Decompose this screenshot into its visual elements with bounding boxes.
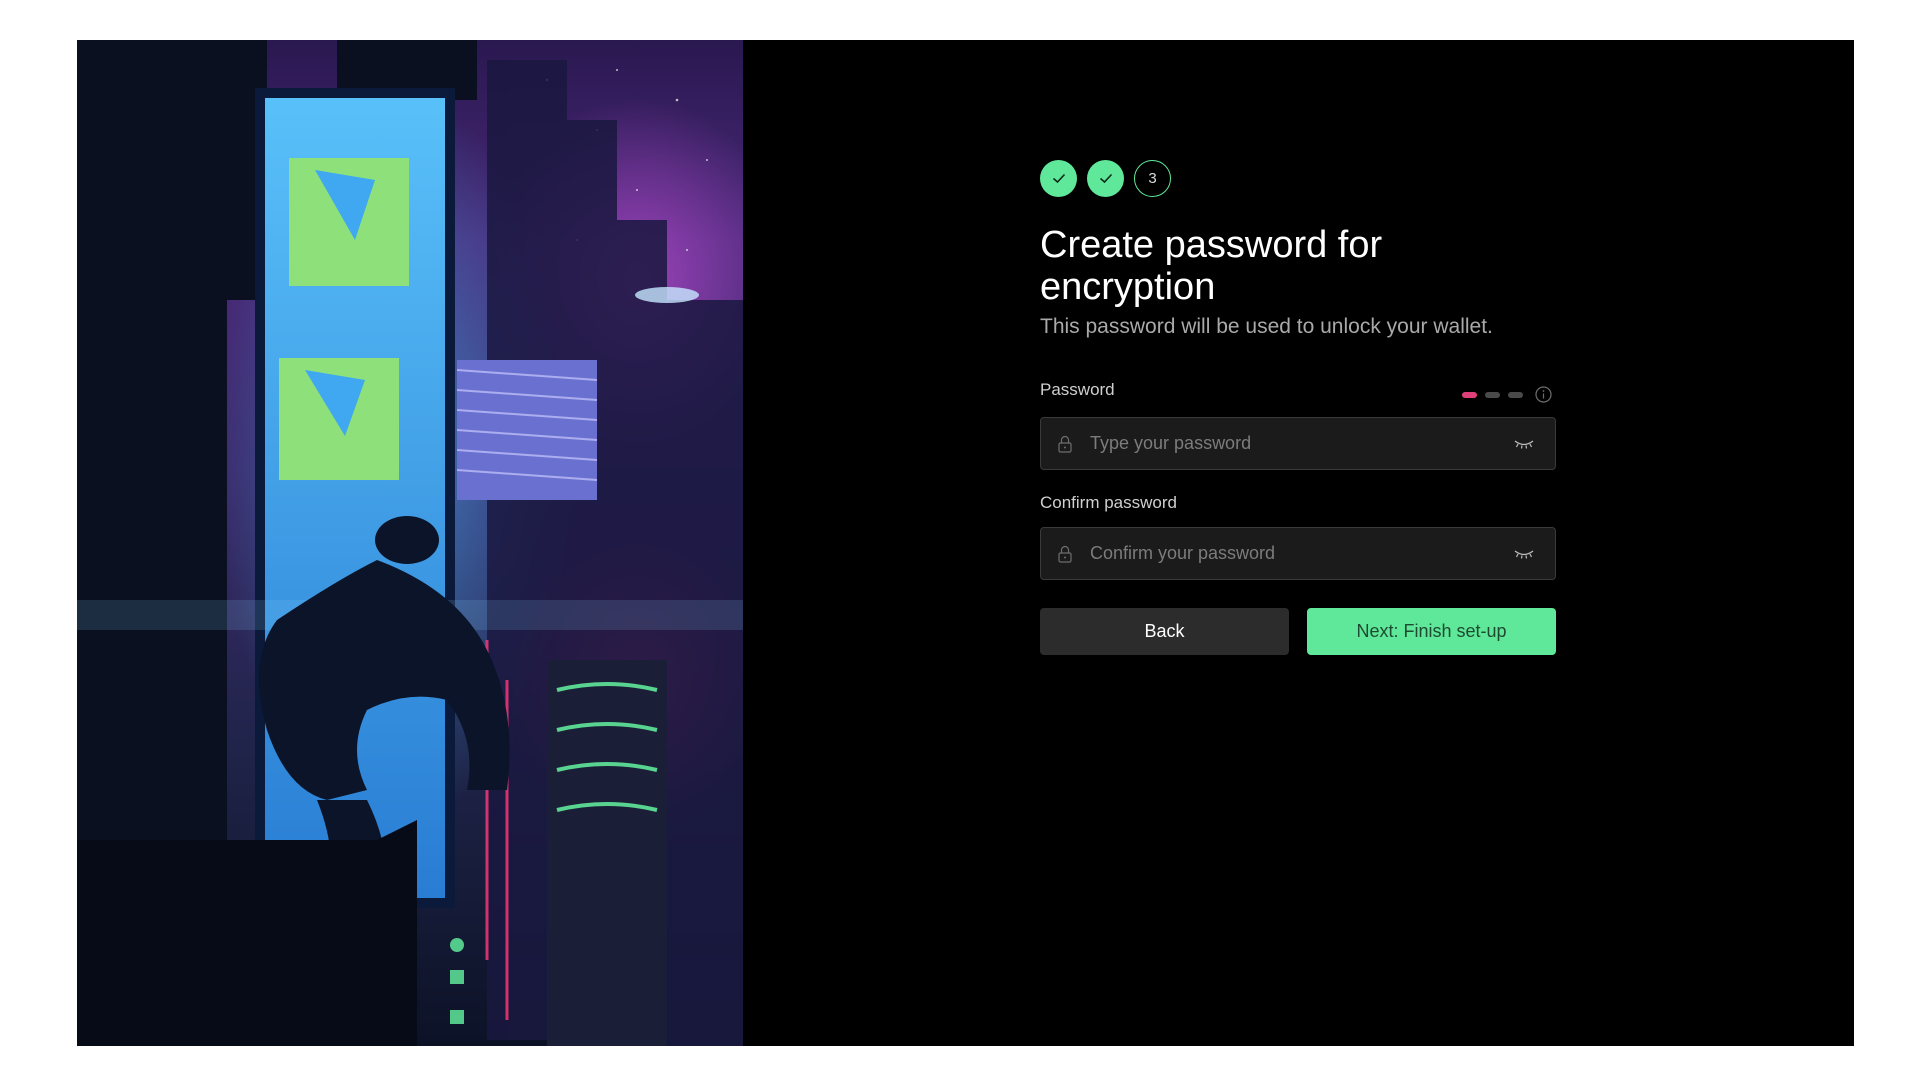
page-title: Create password for encryption xyxy=(1040,224,1383,308)
strength-segment xyxy=(1462,391,1477,398)
check-icon xyxy=(1052,173,1065,184)
step-1-complete xyxy=(1040,160,1077,197)
info-icon[interactable] xyxy=(1535,386,1552,403)
password-strength-meter xyxy=(1462,386,1552,403)
step-number: 3 xyxy=(1148,170,1157,187)
city-scene xyxy=(77,40,743,1046)
confirm-password-label: Confirm password xyxy=(1040,493,1177,512)
step-2-complete xyxy=(1087,160,1124,197)
password-field[interactable] xyxy=(1040,417,1556,470)
step-3-current: 3 xyxy=(1134,160,1171,197)
eye-closed-icon[interactable] xyxy=(1514,548,1534,560)
lock-icon xyxy=(1058,545,1072,563)
next-finish-setup-button[interactable]: Next: Finish set-up xyxy=(1307,608,1556,655)
confirm-password-field[interactable] xyxy=(1040,527,1556,580)
strength-segment xyxy=(1508,391,1523,398)
progress-stepper: 3 xyxy=(1040,160,1171,197)
cyberpunk-illustration xyxy=(77,40,743,1046)
confirm-password-input[interactable] xyxy=(1088,542,1514,565)
app-window: 3 Create password for encryption This pa… xyxy=(77,40,1854,1046)
eye-closed-icon[interactable] xyxy=(1514,438,1534,450)
page-subtitle: This password will be used to unlock you… xyxy=(1040,315,1493,338)
back-button[interactable]: Back xyxy=(1040,608,1289,655)
password-input[interactable] xyxy=(1088,432,1514,455)
password-label: Password xyxy=(1040,380,1115,399)
lock-icon xyxy=(1058,435,1072,453)
strength-segment xyxy=(1485,391,1500,398)
check-icon xyxy=(1099,173,1112,184)
